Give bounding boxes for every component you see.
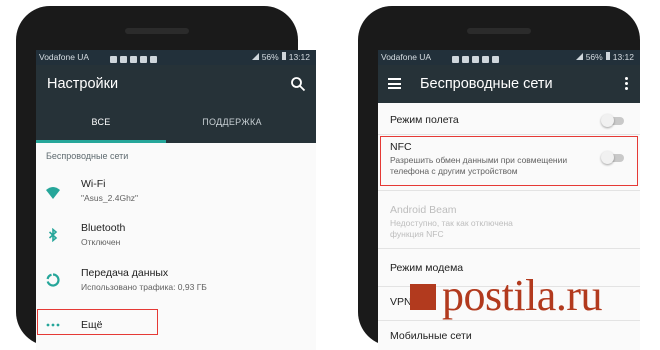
- watermark-logo-icon: [410, 283, 436, 310]
- divider: [378, 190, 640, 191]
- battery-icon: [281, 52, 286, 61]
- status-right: 56% 13:12: [575, 50, 634, 65]
- phone-speaker: [467, 28, 531, 34]
- tab-support-label: ПОДДЕРЖКА: [202, 117, 262, 127]
- settings-item-label: Bluetooth: [81, 222, 126, 234]
- tab-all-label: ВСЕ: [91, 117, 111, 127]
- watermark: postila.ru: [410, 270, 602, 321]
- settings-item-label: Wi-Fi: [81, 178, 106, 190]
- row-airplane-mode[interactable]: Режим полета: [378, 112, 640, 134]
- battery-percent: 56%: [585, 52, 603, 62]
- wifi-icon: [46, 187, 60, 199]
- highlight-frame: [37, 309, 158, 335]
- row-android-beam: Android Beam Недоступно, так как отключе…: [378, 204, 640, 240]
- carrier-name: Vodafone UA: [39, 52, 90, 62]
- page-title: Настройки: [47, 76, 119, 92]
- tab-indicator: [36, 140, 166, 143]
- row-label: Android Beam: [390, 204, 457, 216]
- row-label: Режим полета: [390, 114, 459, 126]
- app-bar: Беспроводные сети: [378, 65, 640, 103]
- signal-icon: [575, 52, 583, 60]
- carrier-name: Vodafone UA: [381, 52, 432, 62]
- page-title: Беспроводные сети: [420, 76, 553, 92]
- settings-item-label: Передача данных: [81, 267, 169, 279]
- highlight-frame: [380, 136, 638, 186]
- bluetooth-icon: [48, 228, 58, 242]
- airplane-mode-toggle[interactable]: [601, 114, 624, 127]
- battery-percent: 56%: [261, 52, 279, 62]
- tab-all[interactable]: ВСЕ: [36, 103, 166, 143]
- divider: [378, 248, 640, 249]
- watermark-text: postila.ru: [442, 271, 602, 320]
- settings-item-sub: Отключен: [81, 237, 121, 247]
- row-mobile-networks[interactable]: Мобильные сети: [378, 330, 640, 350]
- settings-item-sub: "Asus_2.4Ghz": [81, 193, 139, 203]
- left-phone-frame: Vodafone UA 56% 13:12 Настройки ВСЕ ПОДДЕ…: [16, 6, 316, 350]
- app-bar: Настройки: [36, 65, 316, 103]
- row-sub: Недоступно, так как отключена функция NF…: [390, 218, 513, 239]
- battery-icon: [605, 52, 610, 61]
- settings-item-wifi[interactable]: Wi-Fi "Asus_2.4Ghz": [36, 178, 316, 218]
- overflow-icon[interactable]: [625, 77, 628, 91]
- row-label: VPN: [390, 296, 412, 308]
- section-title: Беспроводные сети: [46, 151, 129, 161]
- settings-screen: Vodafone UA 56% 13:12 Настройки ВСЕ ПОДДЕ…: [36, 50, 316, 350]
- clock: 13:12: [612, 52, 634, 62]
- status-bar: Vodafone UA 56% 13:12: [378, 50, 640, 65]
- toggle-knob: [601, 114, 614, 127]
- phone-speaker: [125, 28, 189, 34]
- settings-item-sub: Использовано трафика: 0,93 ГБ: [81, 282, 207, 292]
- status-bar: Vodafone UA 56% 13:12: [36, 50, 316, 65]
- search-icon[interactable]: [290, 76, 306, 92]
- data-usage-icon: [46, 273, 60, 287]
- status-right: 56% 13:12: [251, 50, 310, 65]
- hamburger-icon[interactable]: [388, 78, 401, 89]
- row-label: Мобильные сети: [390, 330, 472, 342]
- clock: 13:12: [288, 52, 310, 62]
- signal-icon: [251, 52, 259, 60]
- tab-support[interactable]: ПОДДЕРЖКА: [166, 103, 298, 143]
- settings-item-data-usage[interactable]: Передача данных Использовано трафика: 0,…: [36, 267, 316, 307]
- tab-bar: ВСЕ ПОДДЕРЖКА: [36, 103, 316, 143]
- divider: [378, 134, 640, 135]
- settings-item-bluetooth[interactable]: Bluetooth Отключен: [36, 222, 316, 262]
